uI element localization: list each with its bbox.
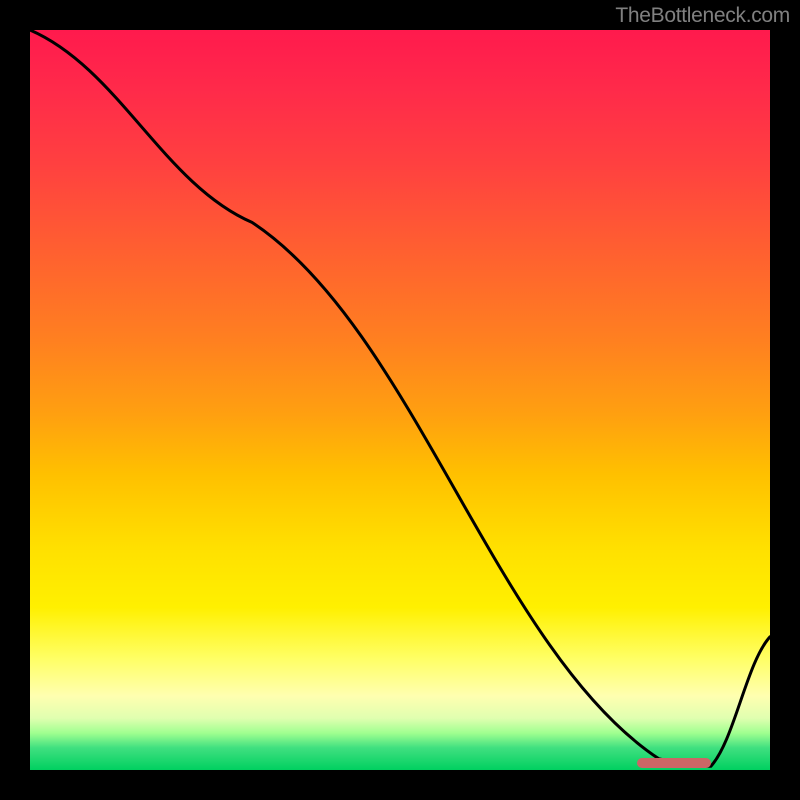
curve-svg [30, 30, 770, 770]
chart-container: TheBottleneck.com [0, 0, 800, 800]
bottleneck-curve [30, 30, 770, 766]
watermark-text: TheBottleneck.com [615, 4, 790, 28]
plot-area [30, 30, 770, 770]
optimal-range-marker [637, 758, 711, 768]
